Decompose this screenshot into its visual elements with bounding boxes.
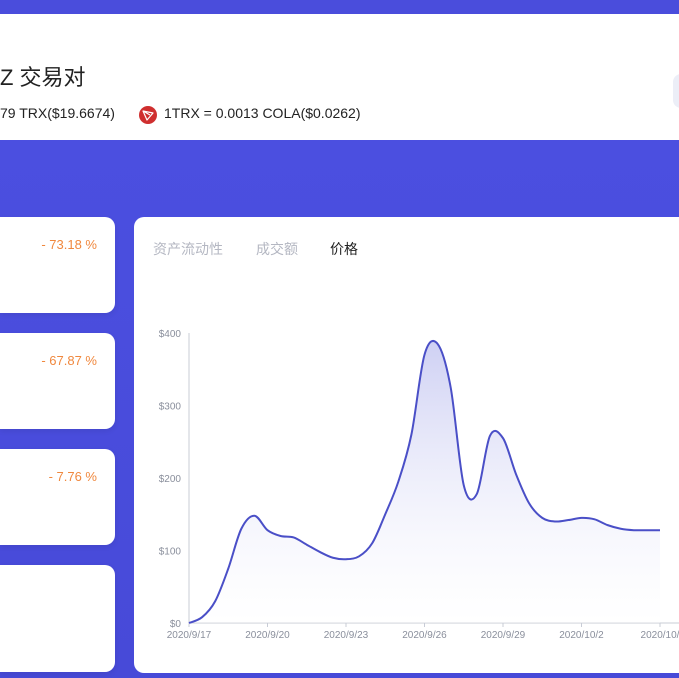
stat-card[interactable]: - 67.87 % (0, 333, 115, 429)
top-band (0, 0, 679, 14)
tron-glyph-icon (142, 110, 154, 121)
change-percent: - 67.87 % (41, 353, 97, 368)
page-title: Z 交易对 (0, 65, 86, 90)
exchange-rate: 1TRX = 0.0013 COLA($0.0262) (164, 105, 361, 121)
stat-card[interactable]: - 73.18 % (0, 217, 115, 313)
x-tick-label: 2020/10/ (641, 630, 679, 641)
stat-card[interactable]: - 7.76 % (0, 449, 115, 545)
y-tick-label: $300 (159, 402, 182, 413)
y-tick-label: $400 (159, 329, 182, 340)
x-tick-label: 2020/9/20 (245, 630, 290, 641)
x-tick-label: 2020/9/29 (481, 630, 526, 641)
pair-header-card: Z 交易对 79 TRX($19.6674) 1TRX = 0.0013 COL… (0, 14, 679, 140)
x-tick-label: 2020/9/17 (167, 630, 212, 641)
x-tick-label: 2020/9/23 (324, 630, 369, 641)
chart-card: 资产流动性 成交额 价格 $0 $100 $200 $300 $400 2020/9/17… (134, 217, 679, 673)
tron-icon (139, 106, 157, 124)
change-percent: - 7.76 % (48, 469, 97, 484)
x-tick-label: 2020/10/2 (559, 630, 604, 641)
header-action-button[interactable] (673, 74, 679, 108)
price-chart: $0 $100 $200 $300 $400 2020/9/17 2020/9/20 2020… (159, 329, 679, 641)
y-tick-label: $200 (159, 474, 182, 485)
price-area (189, 340, 660, 623)
y-tick-label: $100 (159, 547, 182, 558)
change-percent: - 73.18 % (41, 237, 97, 252)
x-tick-label: 2020/9/26 (402, 630, 447, 641)
y-tick-label: $0 (170, 619, 182, 630)
stat-card[interactable] (0, 565, 115, 672)
trx-price: 79 TRX($19.6674) (0, 105, 115, 121)
